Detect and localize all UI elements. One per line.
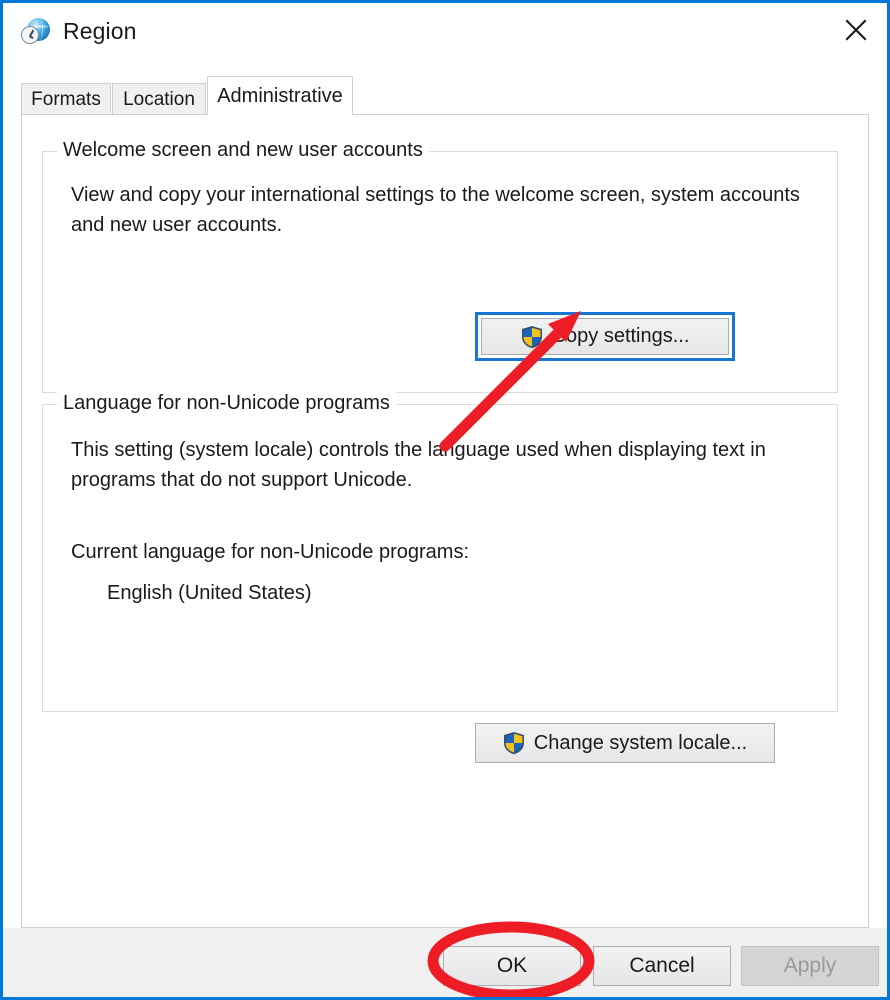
tab-administrative[interactable]: Administrative bbox=[207, 76, 353, 115]
welcome-screen-group: Welcome screen and new user accounts Vie… bbox=[42, 139, 838, 393]
change-system-locale-button-label: Change system locale... bbox=[533, 731, 748, 754]
region-globe-clock-icon bbox=[21, 17, 51, 47]
welcome-screen-group-label: Welcome screen and new user accounts bbox=[57, 139, 429, 162]
cancel-button[interactable]: Cancel bbox=[593, 946, 731, 986]
tab-location[interactable]: Location bbox=[112, 83, 206, 115]
region-dialog-window: Region Formats Location Administrative W… bbox=[0, 0, 890, 1000]
title-bar: Region bbox=[3, 3, 887, 60]
language-nonunicode-group: Language for non-Unicode programs This s… bbox=[42, 392, 838, 763]
close-icon[interactable] bbox=[825, 3, 887, 57]
window-title: Region bbox=[63, 18, 137, 44]
current-language-value: English (United States) bbox=[107, 582, 312, 604]
dialog-footer: OK Cancel Apply bbox=[3, 928, 887, 997]
current-language-label: Current language for non-Unicode program… bbox=[71, 541, 469, 563]
change-system-locale-button[interactable]: Change system locale... bbox=[475, 723, 775, 763]
apply-button: Apply bbox=[741, 946, 879, 986]
administrative-tab-panel: Welcome screen and new user accounts Vie… bbox=[21, 114, 869, 928]
uac-shield-icon bbox=[521, 325, 543, 349]
ok-button[interactable]: OK bbox=[443, 946, 581, 986]
uac-shield-icon bbox=[503, 731, 525, 755]
language-nonunicode-group-label: Language for non-Unicode programs bbox=[57, 392, 396, 415]
tab-strip: Formats Location Administrative bbox=[3, 60, 887, 115]
welcome-screen-description: View and copy your international setting… bbox=[71, 184, 800, 237]
copy-settings-button-label: Copy settings... bbox=[551, 325, 690, 347]
language-nonunicode-description: This setting (system locale) controls th… bbox=[71, 439, 766, 492]
tab-formats[interactable]: Formats bbox=[21, 83, 111, 115]
copy-settings-button[interactable]: Copy settings... bbox=[481, 318, 729, 355]
